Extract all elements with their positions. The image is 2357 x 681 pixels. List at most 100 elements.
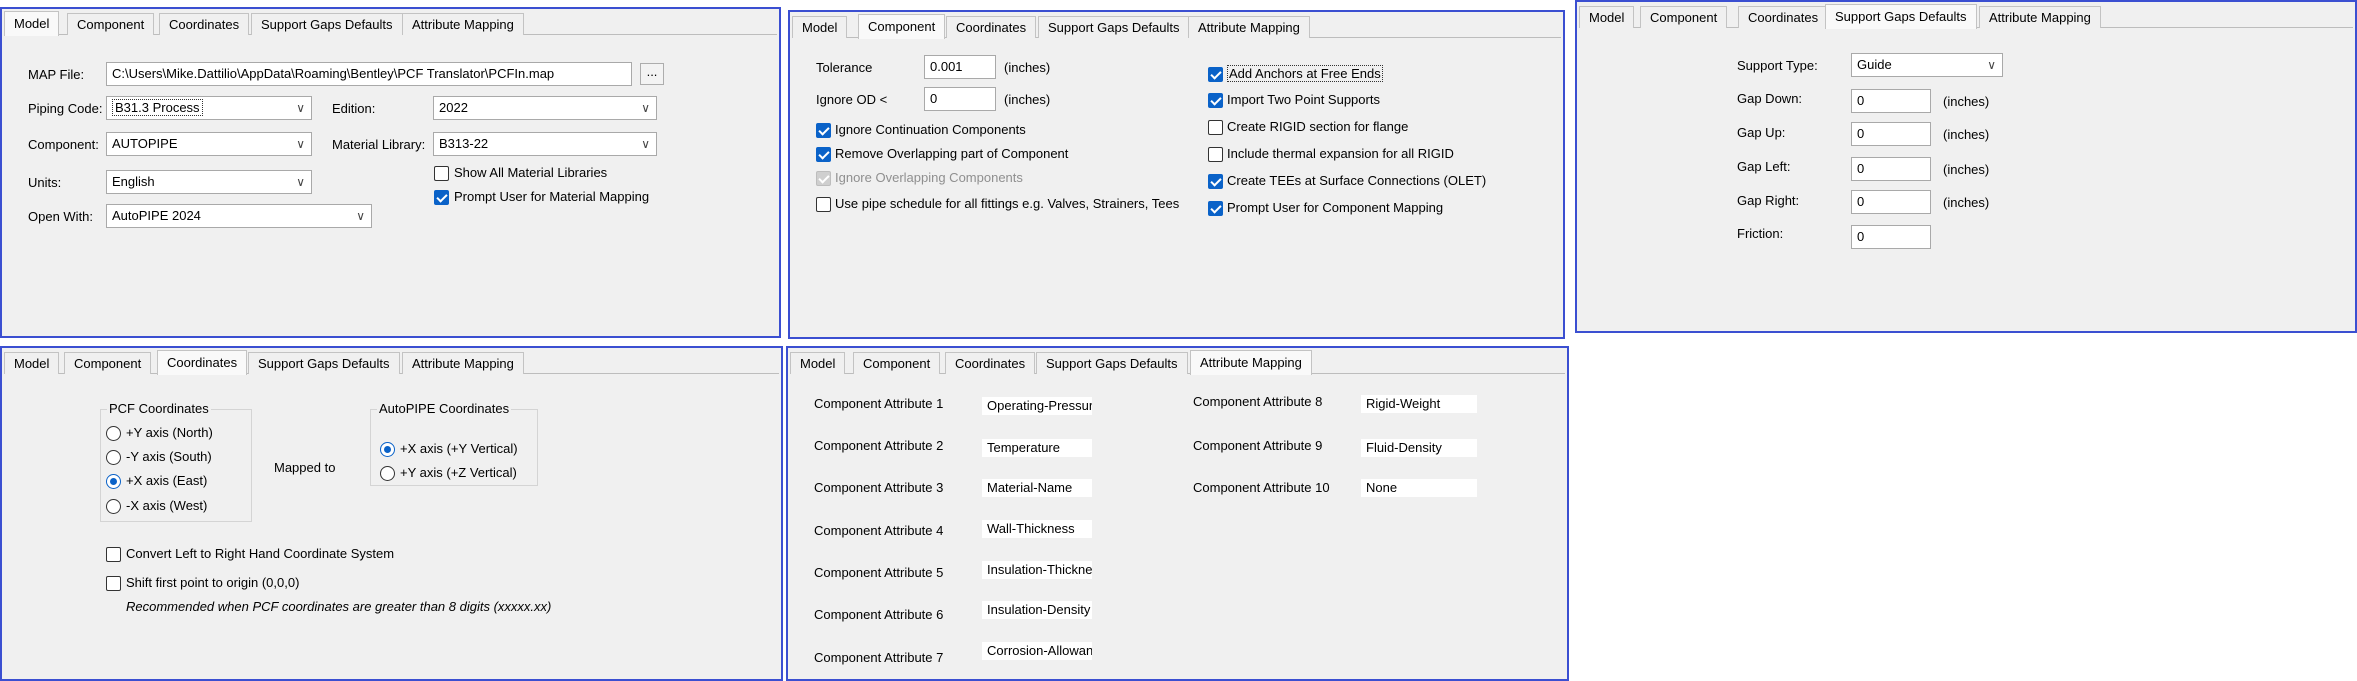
material-library-select[interactable]: B313-22: [433, 132, 657, 156]
attr-1-value[interactable]: Operating-Pressure: [982, 397, 1092, 415]
attr-8-value[interactable]: Rigid-Weight: [1361, 395, 1477, 413]
attr-8-label: Component Attribute 8: [1193, 394, 1323, 409]
gap-up-input[interactable]: 0: [1851, 122, 1931, 146]
attr-4-value[interactable]: Wall-Thickness: [982, 520, 1092, 538]
gap-down-input[interactable]: 0: [1851, 89, 1931, 113]
prompt-material-checkbox[interactable]: [434, 190, 449, 205]
show-all-libraries-checkbox[interactable]: [434, 166, 449, 181]
prompt-component-checkbox[interactable]: [1208, 201, 1223, 216]
add-anchors-checkbox[interactable]: [1208, 67, 1223, 82]
tab-coordinates[interactable]: Coordinates: [946, 16, 1037, 38]
add-anchors-text: Add Anchors at Free Ends: [1227, 65, 1383, 82]
tab-model[interactable]: Model: [4, 352, 60, 374]
create-tees-checkbox[interactable]: [1208, 174, 1223, 189]
tab-attribute-mapping[interactable]: Attribute Mapping: [1979, 6, 2101, 28]
gap-left-input[interactable]: 0: [1851, 157, 1931, 181]
panel-component: Model Component Coordinates Support Gaps…: [788, 10, 1565, 339]
component-select[interactable]: AUTOPIPE: [106, 132, 312, 156]
tab-attribute-mapping[interactable]: Attribute Mapping: [1188, 16, 1310, 38]
friction-input[interactable]: 0: [1851, 225, 1931, 249]
map-file-input[interactable]: C:\Users\Mike.Dattilio\AppData\Roaming\B…: [106, 62, 632, 86]
tab-attribute-mapping[interactable]: Attribute Mapping: [402, 352, 524, 374]
create-rigid-flange-checkbox[interactable]: [1208, 120, 1223, 135]
attr-3-value[interactable]: Material-Name: [982, 479, 1092, 497]
tab-component[interactable]: Component: [64, 352, 152, 374]
tab-support-gaps-defaults[interactable]: Support Gaps Defaults: [1038, 16, 1190, 38]
chevron-down-icon: [356, 205, 365, 229]
edition-select[interactable]: 2022: [433, 96, 657, 120]
import-two-point-checkbox[interactable]: [1208, 93, 1223, 108]
tab-component[interactable]: Component: [858, 14, 946, 39]
tab-coordinates[interactable]: Coordinates: [159, 13, 250, 35]
tab-component[interactable]: Component: [67, 13, 155, 35]
tab-support-gaps-defaults[interactable]: Support Gaps Defaults: [248, 352, 400, 374]
open-with-label: Open With:: [28, 209, 94, 224]
tab-model[interactable]: Model: [4, 11, 60, 36]
attr-1-label: Component Attribute 1: [814, 396, 944, 411]
show-all-libraries-label: Show All Material Libraries: [454, 165, 608, 180]
shift-origin-note: Recommended when PCF coordinates are gre…: [126, 599, 552, 614]
open-with-select[interactable]: AutoPIPE 2024: [106, 204, 372, 228]
pcf-plus-x-radio[interactable]: [106, 474, 121, 489]
tab-model[interactable]: Model: [792, 16, 848, 38]
ignore-continuation-checkbox[interactable]: [816, 123, 831, 138]
tab-model[interactable]: Model: [1579, 6, 1635, 28]
attr-10-label: Component Attribute 10: [1193, 480, 1330, 495]
tab-attribute-mapping[interactable]: Attribute Mapping: [1190, 350, 1312, 375]
ignore-overlapping-label: Ignore Overlapping Components: [835, 170, 1023, 185]
attr-7-label: Component Attribute 7: [814, 650, 944, 665]
gap-right-input[interactable]: 0: [1851, 190, 1931, 214]
component-label: Component:: [28, 137, 99, 152]
convert-coordinate-checkbox[interactable]: [106, 547, 121, 562]
prompt-material-label: Prompt User for Material Mapping: [454, 189, 650, 204]
autopipe-plus-y-radio[interactable]: [380, 466, 395, 481]
tab-attribute-mapping[interactable]: Attribute Mapping: [402, 13, 524, 35]
units-select[interactable]: English: [106, 170, 312, 194]
tolerance-label: Tolerance: [816, 60, 873, 75]
tolerance-input[interactable]: 0.001: [924, 55, 996, 79]
use-pipe-schedule-label: Use pipe schedule for all fittings e.g. …: [835, 196, 1180, 211]
tab-support-gaps-defaults[interactable]: Support Gaps Defaults: [1825, 4, 1977, 29]
tab-component[interactable]: Component: [853, 352, 941, 374]
piping-code-select[interactable]: B31.3 Process: [106, 96, 312, 120]
attr-2-value[interactable]: Temperature: [982, 439, 1092, 457]
browse-button[interactable]: ...: [640, 63, 664, 85]
prompt-component-label: Prompt User for Component Mapping: [1227, 200, 1444, 215]
gap-left-unit: (inches): [1943, 162, 1990, 177]
tab-support-gaps-defaults[interactable]: Support Gaps Defaults: [1036, 352, 1188, 374]
thermal-expansion-rigid-checkbox[interactable]: [1208, 147, 1223, 162]
pcf-minus-x-radio[interactable]: [106, 499, 121, 514]
mapped-to-label: Mapped to: [274, 460, 336, 475]
tab-model[interactable]: Model: [790, 352, 846, 374]
chevron-down-icon: [296, 97, 305, 121]
pcf-plus-y-radio[interactable]: [106, 426, 121, 441]
tab-strip: Model Component Coordinates Support Gaps…: [790, 350, 1565, 375]
tab-coordinates[interactable]: Coordinates: [1738, 6, 1829, 28]
tab-component[interactable]: Component: [1640, 6, 1728, 28]
tab-strip: Model Component Coordinates Support Gaps…: [4, 350, 779, 375]
tab-coordinates[interactable]: Coordinates: [157, 350, 248, 375]
ignore-od-input[interactable]: 0: [924, 87, 996, 111]
tolerance-unit: (inches): [1004, 60, 1051, 75]
create-tees-label: Create TEEs at Surface Connections (OLET…: [1227, 173, 1487, 188]
use-pipe-schedule-checkbox[interactable]: [816, 197, 831, 212]
attr-6-value[interactable]: Insulation-Density: [982, 601, 1092, 619]
remove-overlapping-checkbox[interactable]: [816, 147, 831, 162]
remove-overlapping-label: Remove Overlapping part of Component: [835, 146, 1069, 161]
support-type-select[interactable]: Guide: [1851, 53, 2003, 77]
attr-9-value[interactable]: Fluid-Density: [1361, 439, 1477, 457]
attr-5-value[interactable]: Insulation-Thickness: [982, 561, 1092, 579]
tab-coordinates[interactable]: Coordinates: [945, 352, 1036, 374]
panel-support-gaps: Model Component Coordinates Support Gaps…: [1575, 0, 2357, 333]
material-library-label: Material Library:: [332, 137, 426, 152]
attr-10-value[interactable]: None: [1361, 479, 1477, 497]
autopipe-plus-x-radio[interactable]: [380, 442, 395, 457]
attr-5-label: Component Attribute 5: [814, 565, 944, 580]
import-two-point-label: Import Two Point Supports: [1227, 92, 1380, 107]
attr-7-value[interactable]: Corrosion-Allowance: [982, 642, 1092, 660]
open-with-value: AutoPIPE 2024: [112, 208, 201, 223]
thermal-expansion-rigid-label: Include thermal expansion for all RIGID: [1227, 146, 1454, 161]
tab-support-gaps-defaults[interactable]: Support Gaps Defaults: [251, 13, 403, 35]
shift-origin-checkbox[interactable]: [106, 576, 121, 591]
pcf-minus-y-radio[interactable]: [106, 450, 121, 465]
